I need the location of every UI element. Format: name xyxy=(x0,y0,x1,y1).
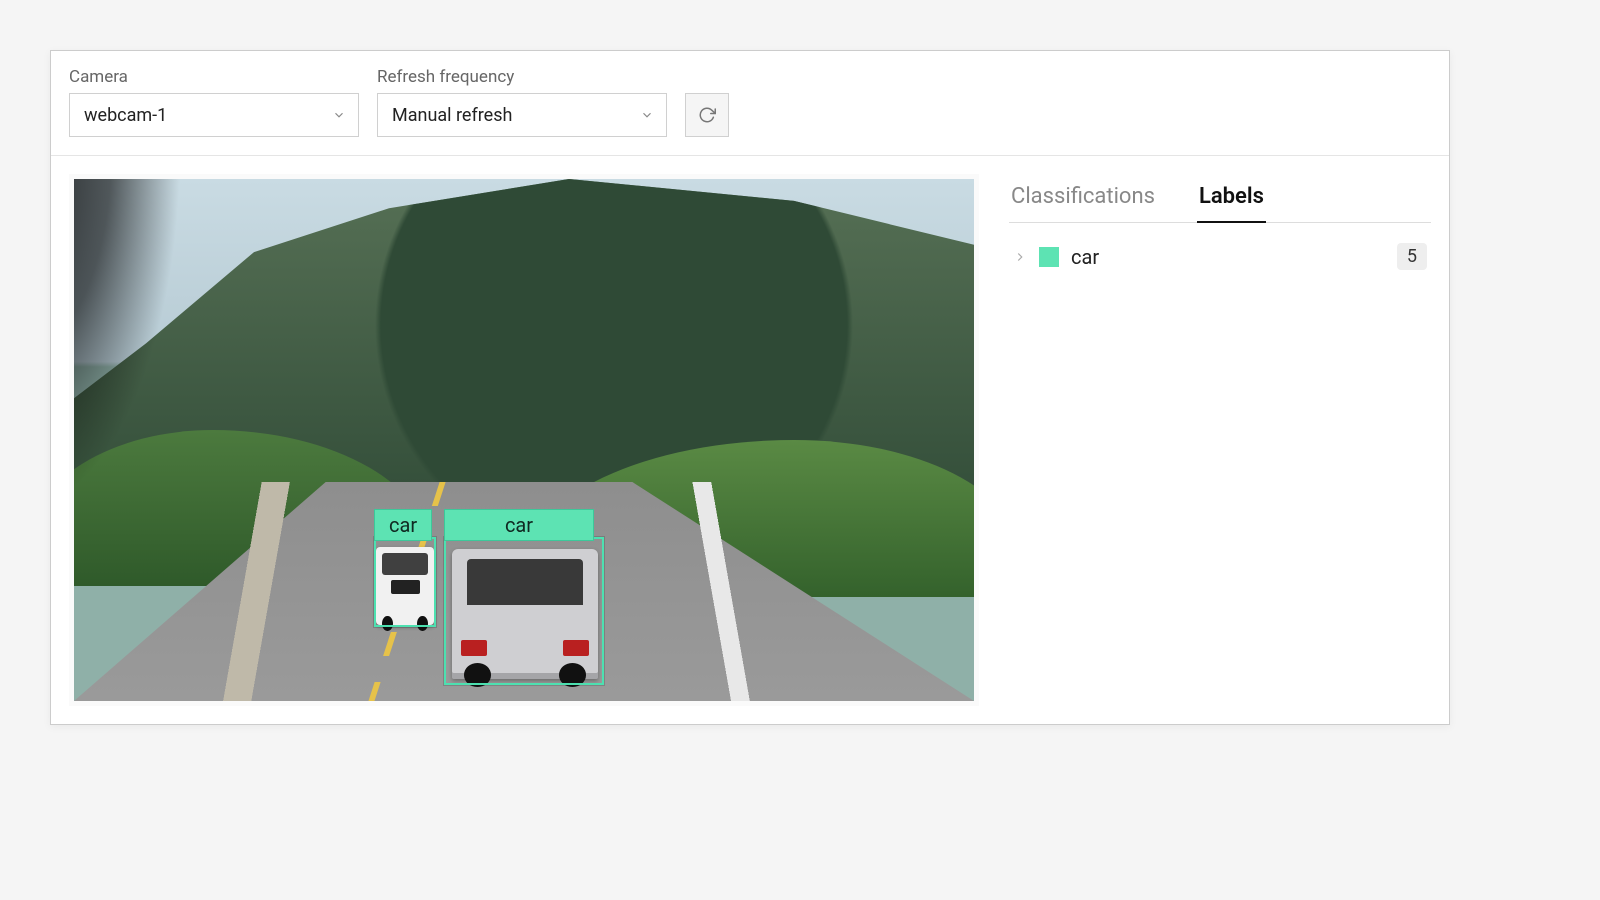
tabs: Classifications Labels xyxy=(1009,180,1431,223)
refresh-button[interactable] xyxy=(685,93,729,137)
main-panel: Camera webcam-1 Refresh frequency Manual… xyxy=(50,50,1450,725)
tab-labels[interactable]: Labels xyxy=(1197,180,1266,223)
toolbar: Camera webcam-1 Refresh frequency Manual… xyxy=(51,51,1449,156)
tab-classifications[interactable]: Classifications xyxy=(1009,180,1157,223)
refresh-icon xyxy=(698,106,716,124)
camera-field: Camera webcam-1 xyxy=(69,67,359,137)
refresh-select-value: Manual refresh xyxy=(392,105,512,126)
detection-label: car xyxy=(444,509,594,541)
camera-label: Camera xyxy=(69,67,359,87)
camera-viewer: car car xyxy=(69,174,979,706)
detection-box[interactable]: car xyxy=(444,537,604,685)
camera-select[interactable]: webcam-1 xyxy=(69,93,359,137)
refresh-label: Refresh frequency xyxy=(377,67,667,87)
label-swatch xyxy=(1039,247,1059,267)
camera-select-value: webcam-1 xyxy=(84,105,167,126)
chevron-down-icon xyxy=(640,108,654,122)
label-row[interactable]: car 5 xyxy=(1009,223,1431,290)
refresh-field: Refresh frequency Manual refresh xyxy=(377,67,667,137)
side-panel: Classifications Labels car 5 xyxy=(1009,174,1431,706)
content: car car Classifications Labels car 5 xyxy=(51,156,1449,724)
label-name: car xyxy=(1071,245,1385,269)
refresh-select[interactable]: Manual refresh xyxy=(377,93,667,137)
label-count: 5 xyxy=(1397,243,1427,270)
chevron-right-icon[interactable] xyxy=(1013,250,1027,264)
detection-box[interactable]: car xyxy=(374,537,436,627)
detection-label: car xyxy=(374,509,432,541)
chevron-down-icon xyxy=(332,108,346,122)
